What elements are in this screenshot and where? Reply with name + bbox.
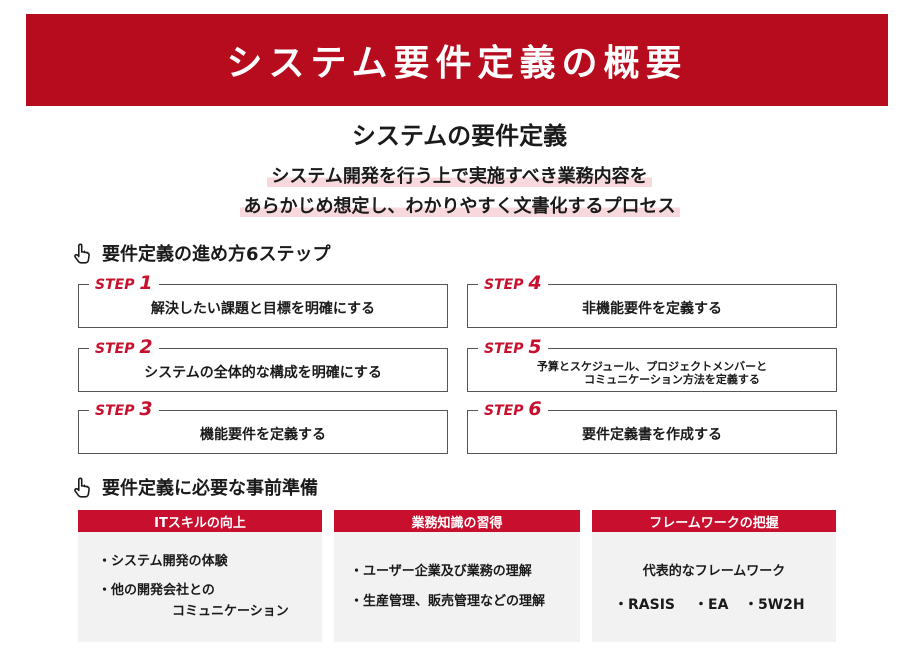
card-framework-body: 代表的なフレームワーク ・RASIS ・EA ・5W2H (592, 532, 836, 642)
step-4-box: STEP 4 非機能要件を定義する (467, 274, 837, 328)
step-4-text: 非機能要件を定義する (582, 300, 722, 317)
page-title: システム要件定義の概要 (226, 43, 688, 84)
list-item: ・5W2H (744, 597, 805, 613)
card-it-skills-body: ・システム開発の体験 ・他の開発会社との コミュニケーション (78, 532, 322, 642)
list-item: ・他の開発会社との (98, 583, 215, 598)
list-item: ・システム開発の体験 (98, 554, 228, 569)
card-business-knowledge-title: 業務知識の習得 (334, 510, 580, 532)
step-5-box: STEP 5 予算とスケジュール、プロジェクトメンバーと コミュニケーション方法… (467, 338, 837, 392)
list-item: ・ユーザー企業及び業務の理解 (350, 564, 532, 579)
section-subtitle: システムの要件定義 (351, 122, 568, 150)
card-business-knowledge-body: ・ユーザー企業及び業務の理解 ・生産管理、販売管理などの理解 (334, 532, 580, 642)
step-5-text: 予算とスケジュール、プロジェクトメンバーと コミュニケーション方法を定義する (468, 349, 836, 391)
list-item: ・生産管理、販売管理などの理解 (350, 594, 546, 609)
step-2-box: STEP 2 システムの全体的な構成を明確にする (78, 338, 448, 392)
pointing-hand-icon (74, 477, 90, 498)
step-6-box: STEP 6 要件定義書を作成する (467, 400, 837, 454)
step-5-text-line-2: コミュニケーション方法を定義する (584, 373, 760, 386)
card-framework-title: フレームワークの把握 (592, 510, 836, 532)
title-banner: システム要件定義の概要 (26, 14, 888, 106)
step-6-text: 要件定義書を作成する (582, 426, 722, 443)
list-item: ・RASIS (614, 597, 675, 613)
prep-heading-text: 要件定義に必要な事前準備 (102, 478, 318, 499)
step-5-text-line-1: 予算とスケジュール、プロジェクトメンバーと (536, 360, 768, 373)
lead-line-1: システム開発を行う上で実施すべき業務内容を (0, 162, 919, 188)
card-it-skills: ITスキルの向上 ・システム開発の体験 ・他の開発会社との コミュニケーション (78, 510, 322, 642)
step-1-text: 解決したい課題と目標を明確にする (150, 300, 376, 317)
step-3-box: STEP 3 機能要件を定義する (78, 400, 448, 454)
list-item: ・EA (694, 597, 729, 613)
card-it-skills-title: ITスキルの向上 (78, 510, 322, 532)
step-3-text: 機能要件を定義する (200, 426, 326, 443)
steps-heading-text: 要件定義の進め方6ステップ (102, 244, 331, 265)
step-2-text: システムの全体的な構成を明確にする (144, 364, 382, 381)
card-framework: フレームワークの把握 代表的なフレームワーク ・RASIS ・EA ・5W2H (592, 510, 836, 642)
steps-heading: 要件定義の進め方6ステップ (72, 240, 331, 266)
lead-line-2: あらかじめ想定し、わかりやすく文書化するプロセス (0, 192, 919, 218)
step-1-box: STEP 1 解決したい課題と目標を明確にする (78, 274, 448, 328)
card-framework-intro: 代表的なフレームワーク (642, 564, 786, 579)
prep-heading: 要件定義に必要な事前準備 (72, 474, 318, 500)
pointing-hand-icon (74, 243, 90, 264)
card-business-knowledge: 業務知識の習得 ・ユーザー企業及び業務の理解 ・生産管理、販売管理などの理解 (334, 510, 580, 642)
list-item: コミュニケーション (172, 604, 289, 619)
